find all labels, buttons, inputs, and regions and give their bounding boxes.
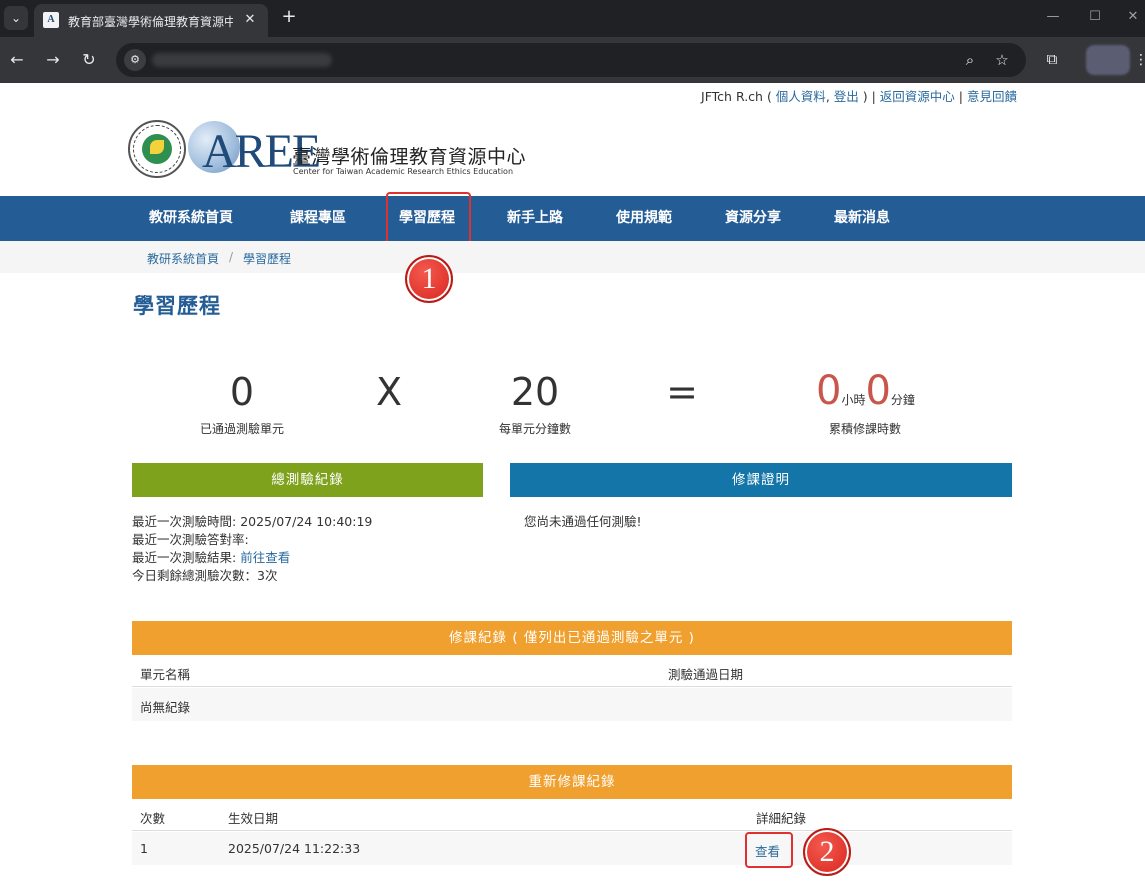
browser-tab-bar: ⌄ A 教育部臺灣學術倫理教育資源中 ✕ + — ☐ ✕ [0,0,1145,37]
separator: | [954,89,967,104]
user-name: JFTch R.ch [701,89,763,104]
new-tab-button[interactable]: + [278,6,300,28]
favicon-icon: A [43,12,59,28]
minutes-unit: 分鐘 [890,393,915,407]
browser-toolbar: ← → ↻ ⚙ ⌕ ☆ ⧉ ⋮ [0,37,1145,83]
retake-record-header: 重新修課紀錄 [132,765,1012,799]
extensions-icon[interactable]: ⧉ [1041,48,1063,70]
breadcrumb-home-link[interactable]: 教研系統首頁 [147,250,219,267]
last-test-time: 最近一次測驗時間: 2025/07/24 10:40:19 [132,511,372,530]
nav-item-news[interactable]: 最新消息 [834,196,890,241]
forward-arrow-icon[interactable]: → [41,48,65,72]
multiply-sign: X [375,370,403,414]
col-effective-date: 生效日期 [228,811,279,826]
tab-title: 教育部臺灣學術倫理教育資源中 [68,15,233,29]
nav-item-resources[interactable]: 資源分享 [725,196,781,241]
nav-item-courses[interactable]: 課程專區 [290,196,346,241]
equals-sign: = [666,370,698,414]
test-record-header: 總測驗紀錄 [132,463,483,497]
paren-open: ( [762,89,776,104]
page-title: 學習歷程 [133,294,221,318]
last-test-time-label: 最近一次測驗時間: [132,514,241,529]
logout-link[interactable]: 登出 [834,89,859,104]
col-count: 次數 [140,811,166,826]
certificate-message: 您尚未通過任何測驗! [524,514,642,529]
close-tab-icon[interactable]: ✕ [241,11,259,29]
total-hours-value: 0 [816,368,842,414]
certificate-header: 修課證明 [510,463,1012,497]
hours-unit: 小時 [841,393,866,407]
window-close-icon[interactable]: ✕ [1120,6,1145,28]
total-hours-label: 累積修課時數 [828,422,901,436]
last-test-result: 最近一次測驗結果: 前往查看 [132,547,290,566]
profile-link[interactable]: 個人資料 [776,89,826,104]
browser-tab[interactable]: A 教育部臺灣學術倫理教育資源中 ✕ [34,4,268,37]
passed-units-label: 已通過測驗單元 [199,422,284,436]
site-name-en: Center for Taiwan Academic Research Ethi… [293,167,514,176]
last-test-result-label: 最近一次測驗結果: [132,550,241,565]
feedback-link[interactable]: 意見回饋 [967,89,1017,104]
annotation-badge-2: 2 [803,828,851,876]
minimize-icon[interactable]: — [1040,6,1066,28]
minutes-per-unit-label: 每單元分鐘數 [498,422,571,436]
retake-record-table-header: 次數 生效日期 詳細紀錄 [132,799,1012,831]
course-record-header: 修課紀錄 ( 僅列出已通過測驗之單元 ) [132,621,1012,655]
tab-search-icon[interactable]: ⌄ [4,6,28,30]
comma: , [825,89,834,104]
address-bar[interactable]: ⚙ ⌕ ☆ [116,43,1026,77]
user-bar: JFTch R.ch ( 個人資料, 登出 ) | 返回資源中心 | 意見回饋 [701,86,1017,105]
nav-item-getting-started[interactable]: 新手上路 [507,196,563,241]
breadcrumb-current: 學習歷程 [243,252,292,266]
profile-avatar[interactable] [1086,45,1130,75]
main-nav: 教研系統首頁 課程專區 學習歷程 新手上路 使用規範 資源分享 最新消息 [0,196,1145,241]
course-record-table-header: 單元名稱 測驗通過日期 [132,655,1012,687]
minutes-per-unit-value: 20 [510,370,560,414]
last-test-accuracy: 最近一次測驗答對率: [132,532,249,547]
annotation-highlight-detail [745,832,793,868]
annotation-badge-1: 1 [405,255,453,303]
bookmark-star-icon[interactable]: ☆ [991,49,1013,71]
paren-close: ) | [858,89,880,104]
breadcrumb: 教研系統首頁 / 學習歷程 [0,241,1145,273]
maximize-icon[interactable]: ☐ [1082,6,1108,28]
site-name-zh[interactable]: 臺灣學術倫理教育資源中心 [292,142,526,169]
back-to-center-link[interactable]: 返回資源中心 [880,89,955,104]
retake-count: 1 [140,841,148,856]
reload-icon[interactable]: ↻ [77,48,101,72]
remaining-attempts-label: 今日剩餘總測驗次數： [132,568,258,583]
no-record-text: 尚無紀錄 [140,700,191,715]
table-row: 1 2025/07/24 11:22:33 查看 [132,832,1012,865]
url-text-redacted [152,53,332,67]
col-unit-name: 單元名稱 [140,667,191,682]
nav-item-home[interactable]: 教研系統首頁 [149,196,233,241]
back-arrow-icon[interactable]: ← [5,48,29,72]
breadcrumb-separator: / [229,250,234,264]
annotation-highlight-nav [386,192,471,248]
retake-date: 2025/07/24 11:22:33 [228,841,361,856]
col-detail: 詳細紀錄 [756,811,807,826]
total-minutes-value: 0 [865,368,891,414]
zoom-icon[interactable]: ⌕ [959,49,981,71]
nav-item-terms[interactable]: 使用規範 [616,196,672,241]
site-settings-icon[interactable]: ⚙ [124,49,146,71]
col-pass-date: 測驗通過日期 [668,667,744,682]
remaining-attempts: 今日剩餘總測驗次數：3次 [132,565,277,584]
ministry-of-education-seal-logo [128,120,186,178]
table-row: 尚無紀錄 [132,688,1012,721]
passed-units-value: 0 [229,370,255,414]
more-menu-icon[interactable]: ⋮ [1134,48,1145,72]
view-result-link[interactable]: 前往查看 [240,550,290,565]
remaining-attempts-value: 3次 [257,568,278,583]
total-hours-display: 0小時0分鐘 [816,368,936,414]
last-test-time-value: 2025/07/24 10:40:19 [240,514,373,529]
